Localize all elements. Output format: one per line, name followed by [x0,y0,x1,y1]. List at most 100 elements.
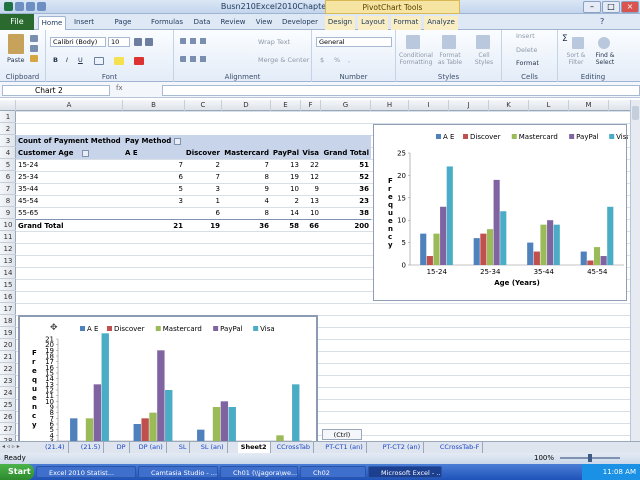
pivot-cell[interactable]: 51 [321,159,371,171]
pivot-cell[interactable]: 6 [123,171,185,183]
tab-home[interactable]: Home [38,16,66,30]
row-header[interactable]: 12 [0,243,16,255]
tab-review[interactable]: Review [218,16,248,30]
pivot-chart-selected[interactable]: A EDiscoverMastercardPayPalVisa345678910… [18,315,318,443]
underline-button[interactable]: U [78,56,83,64]
borders-icon[interactable] [94,57,104,65]
pivot-row-label[interactable]: 35-44 [16,183,123,195]
percent-button[interactable]: % [334,56,340,64]
row-header[interactable]: 1 [0,111,16,123]
pivot-cell[interactable]: 23 [321,195,371,207]
zoom-slider-thumb[interactable] [588,454,592,462]
row-header[interactable]: 13 [0,255,16,267]
sheet-tab[interactable]: SL (an) [198,442,228,453]
tab-formulas[interactable]: Formulas [148,16,186,30]
pivot-cell[interactable]: 2 [185,159,222,171]
pivot-cell[interactable]: 19 [271,171,301,183]
row-header[interactable]: 19 [0,327,16,339]
row-header[interactable]: 2 [0,123,16,135]
pivot-cell[interactable]: 1 [185,195,222,207]
pivot-cell[interactable]: 7 [222,159,271,171]
select-all-corner[interactable] [0,100,16,111]
pivot-row-label[interactable]: 45-54 [16,195,123,207]
sort-filter-button[interactable]: Sort & Filter [562,52,590,66]
pivot-total-cell[interactable]: 200 [321,219,371,231]
merge-center-button[interactable]: Merge & Center [258,56,309,64]
pivot-cell[interactable]: 13 [301,195,321,207]
pivot-cell[interactable]: 3 [185,183,222,195]
row-header[interactable]: 22 [0,363,16,375]
column-header[interactable]: E [271,100,301,111]
pivot-row-label[interactable]: 25-34 [16,171,123,183]
column-header[interactable]: M [569,100,609,111]
sheet-tab[interactable]: SL [176,442,191,453]
format-cells-button[interactable]: Format [516,59,539,67]
row-header[interactable]: 21 [0,351,16,363]
sheet-tab[interactable]: (21.4) [42,442,69,453]
row-header[interactable]: 3 [0,135,16,147]
sheet-nav-icons[interactable]: ◂ ◃ ▹ ▸ [2,443,40,450]
font-color-icon[interactable] [134,57,144,65]
pivot-cell[interactable]: 36 [321,183,371,195]
cell-styles-icon[interactable] [476,35,490,49]
save-icon[interactable] [15,2,24,11]
column-header[interactable]: A [16,100,123,111]
horizontal-align-icons[interactable] [180,56,210,62]
pivot-cell[interactable]: 12 [301,171,321,183]
cut-icon[interactable] [30,35,38,42]
tab-layout[interactable]: Layout [358,16,388,30]
pivot-cell[interactable]: 8 [222,171,271,183]
wrap-text-button[interactable]: Wrap Text [258,38,290,46]
bold-button[interactable]: B [53,56,58,64]
taskbar-item[interactable]: Ch01 (\\jagora\we... [220,466,298,478]
pivot-cell[interactable]: 10 [301,207,321,219]
name-box[interactable]: Chart 2 [2,85,110,96]
row-header[interactable]: 6 [0,171,16,183]
row-header[interactable]: 16 [0,291,16,303]
shrink-font-icon[interactable] [145,38,153,46]
tab-design[interactable]: Design [325,16,355,30]
pivot-row-label[interactable]: 55-65 [16,207,123,219]
taskbar-item[interactable]: Excel 2010 Statist... [36,466,136,478]
format-as-table-button[interactable]: Format as Table [436,52,464,66]
pivot-cell[interactable]: 7 [123,159,185,171]
pivot-total-cell[interactable]: 21 [123,219,185,231]
row-header[interactable]: 14 [0,267,16,279]
pivot-cell[interactable]: 9 [301,183,321,195]
pivot-cell[interactable]: 3 [123,195,185,207]
pivot-chart-right[interactable]: A E Discover Mastercard PayPal Visa 0 5 10 15 20 2… [373,124,628,301]
comma-button[interactable]: , [348,56,350,64]
pivot-row-field[interactable]: Customer Age [16,147,123,159]
fill-color-icon[interactable] [114,57,124,65]
tab-page-layout[interactable]: Page Layout [102,16,144,39]
row-header[interactable]: 4 [0,147,16,159]
delete-cells-button[interactable]: Delete [516,46,537,54]
pivot-row-label[interactable]: 15-24 [16,159,123,171]
paste-icon[interactable] [8,34,24,54]
insert-cells-button[interactable]: Insert [516,32,535,40]
column-header[interactable]: J [449,100,489,111]
formula-input[interactable] [162,85,640,96]
conditional-formatting-button[interactable]: Conditional Formatting [398,52,434,66]
row-header[interactable]: 9 [0,207,16,219]
column-header[interactable]: H [371,100,409,111]
column-header[interactable]: K [489,100,529,111]
pivot-cell[interactable]: 4 [222,195,271,207]
sheet-tab[interactable]: Sheet2 [237,442,271,453]
sheet-tab[interactable]: PT-CT2 (an) [380,442,425,453]
dropdown-arrow-icon[interactable] [81,149,89,157]
currency-button[interactable]: $ [320,56,324,64]
pivot-total-cell[interactable]: 19 [185,219,222,231]
fx-label[interactable]: fx [116,84,160,96]
column-header[interactable]: I [409,100,449,111]
pivot-cell[interactable]: 5 [123,183,185,195]
column-header[interactable]: D [222,100,271,111]
sheet-tab[interactable]: CCrossTab [274,442,314,453]
cell-styles-button[interactable]: Cell Styles [470,52,498,66]
row-header[interactable]: 8 [0,195,16,207]
row-header[interactable]: 11 [0,231,16,243]
paste-options-button[interactable]: (Ctrl) [322,429,362,440]
scroll-thumb[interactable] [632,106,639,120]
start-button[interactable]: Start [0,464,34,480]
grow-font-icon[interactable] [134,38,142,46]
